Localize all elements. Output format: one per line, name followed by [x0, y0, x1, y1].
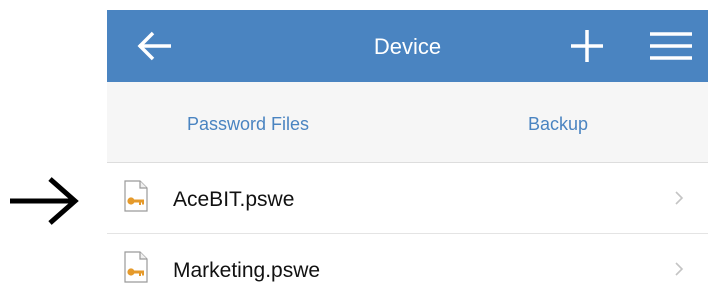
- tab-password-files[interactable]: Password Files: [187, 114, 309, 135]
- tab-backup[interactable]: Backup: [528, 114, 588, 135]
- file-row-acebit[interactable]: AceBIT.pswe: [107, 163, 708, 234]
- plus-icon[interactable]: [569, 28, 605, 64]
- file-name: AceBIT.pswe: [173, 188, 295, 211]
- password-file-key-icon: [124, 180, 148, 212]
- page-title: Device: [373, 34, 442, 59]
- chevron-right-icon: [675, 262, 684, 276]
- segment-bar: Password Files Backup: [107, 82, 708, 163]
- nav-bar: Device: [107, 10, 708, 82]
- file-name: Marketing.pswe: [173, 259, 321, 282]
- file-row-marketing[interactable]: Marketing.pswe: [107, 234, 708, 303]
- pointer-arrow-icon: [10, 177, 79, 225]
- password-file-key-icon: [124, 251, 148, 283]
- chevron-right-icon: [675, 191, 684, 205]
- app-screen: Device Password Files Backup AceBIT.pswe: [107, 0, 708, 303]
- hamburger-menu-icon[interactable]: [648, 31, 694, 61]
